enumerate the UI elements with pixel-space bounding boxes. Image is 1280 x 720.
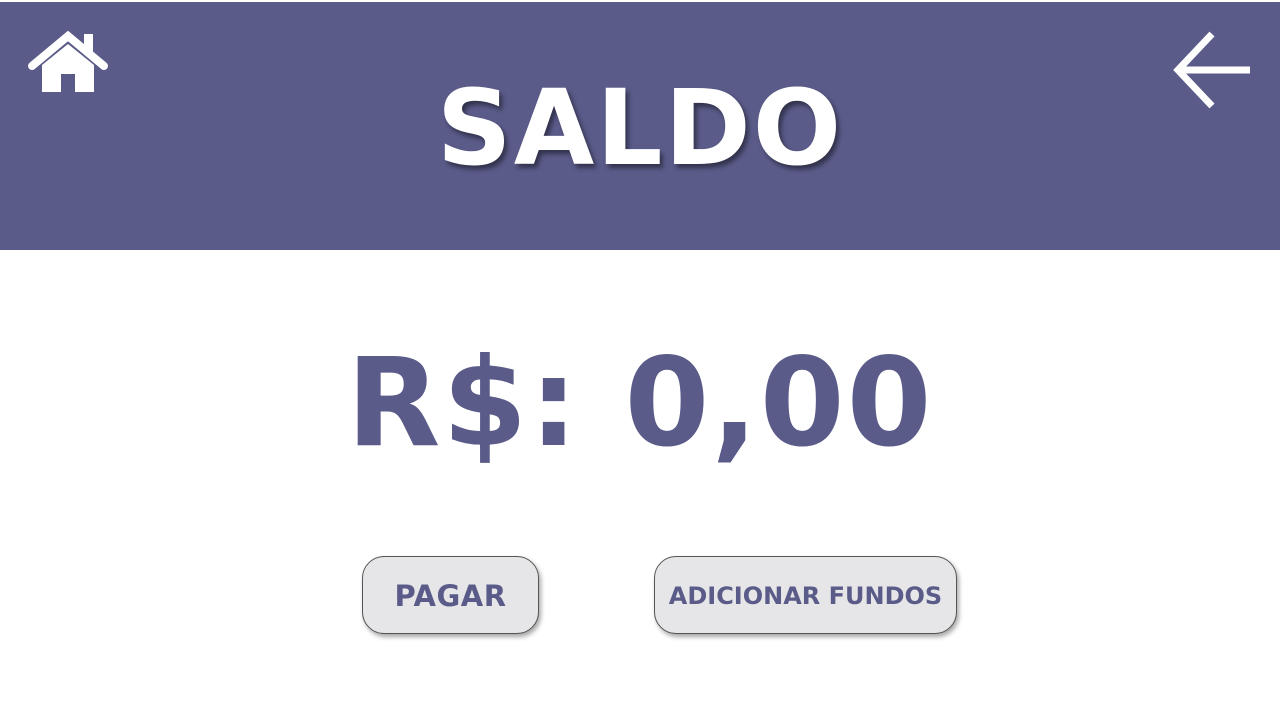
page-title: SALDO (436, 67, 844, 189)
pay-button[interactable]: PAGAR (362, 556, 539, 634)
arrow-left-icon (1173, 31, 1250, 109)
balance-amount: R$: 0,00 (346, 332, 934, 474)
back-button[interactable] (1170, 30, 1254, 110)
header-bar: SALDO (0, 2, 1280, 250)
add-funds-button[interactable]: ADICIONAR FUNDOS (654, 556, 957, 634)
